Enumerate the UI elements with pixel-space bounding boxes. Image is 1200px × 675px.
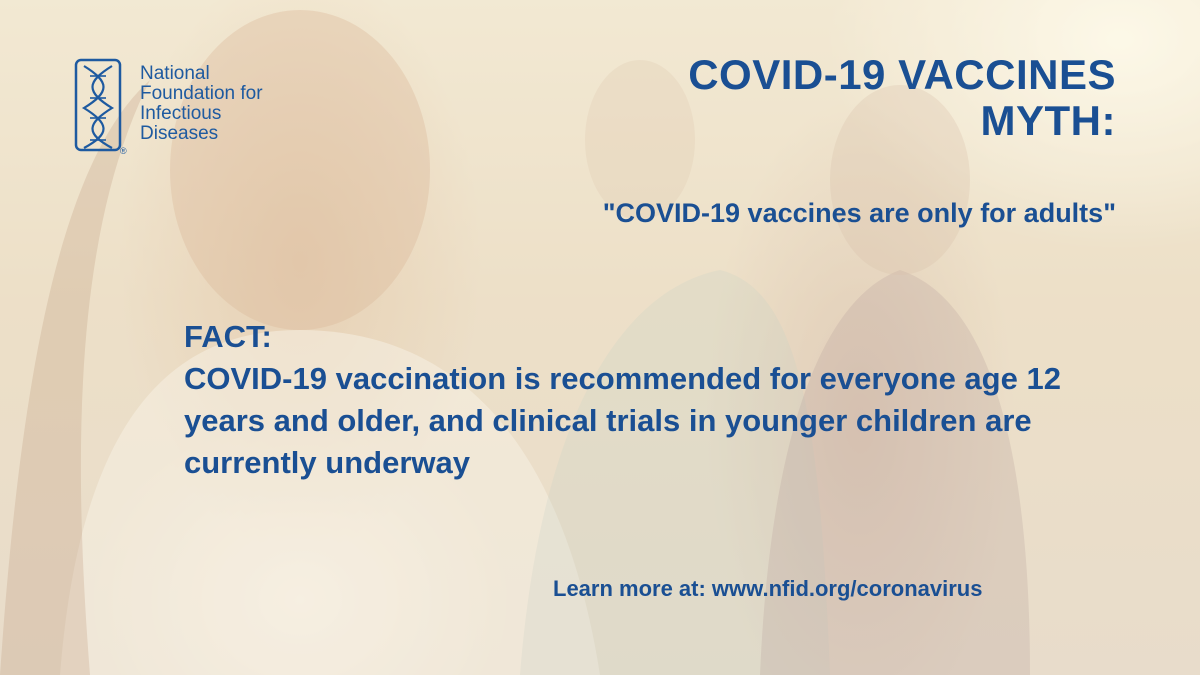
fact-block: FACT: COVID-19 vaccination is recommende…: [184, 316, 1134, 484]
logo-line-1: National: [140, 63, 210, 84]
nfid-logo[interactable]: ® National Foundation for Infectious Dis…: [74, 58, 314, 158]
logo-line-2: Foundation for: [140, 83, 263, 104]
dna-helix-icon: ®: [74, 58, 127, 156]
learn-more-link[interactable]: Learn more at: www.nfid.org/coronavirus: [553, 576, 982, 602]
headline-line-2: MYTH:: [980, 97, 1116, 144]
headline-line-1: COVID-19 VACCINES: [688, 51, 1116, 98]
fact-body: COVID-19 vaccination is recommended for …: [184, 361, 1061, 480]
myth-quote: "COVID-19 vaccines are only for adults": [602, 198, 1116, 228]
graphic-canvas: ® National Foundation for Infectious Dis…: [0, 0, 1200, 675]
registered-mark: ®: [120, 146, 127, 156]
fact-label: FACT:: [184, 319, 272, 354]
logo-line-3: Infectious: [140, 103, 222, 124]
logo-wordmark: National Foundation for Infectious Disea…: [140, 64, 263, 144]
logo-line-4: Diseases: [140, 123, 219, 144]
headline: COVID-19 VACCINES MYTH:: [688, 52, 1116, 144]
